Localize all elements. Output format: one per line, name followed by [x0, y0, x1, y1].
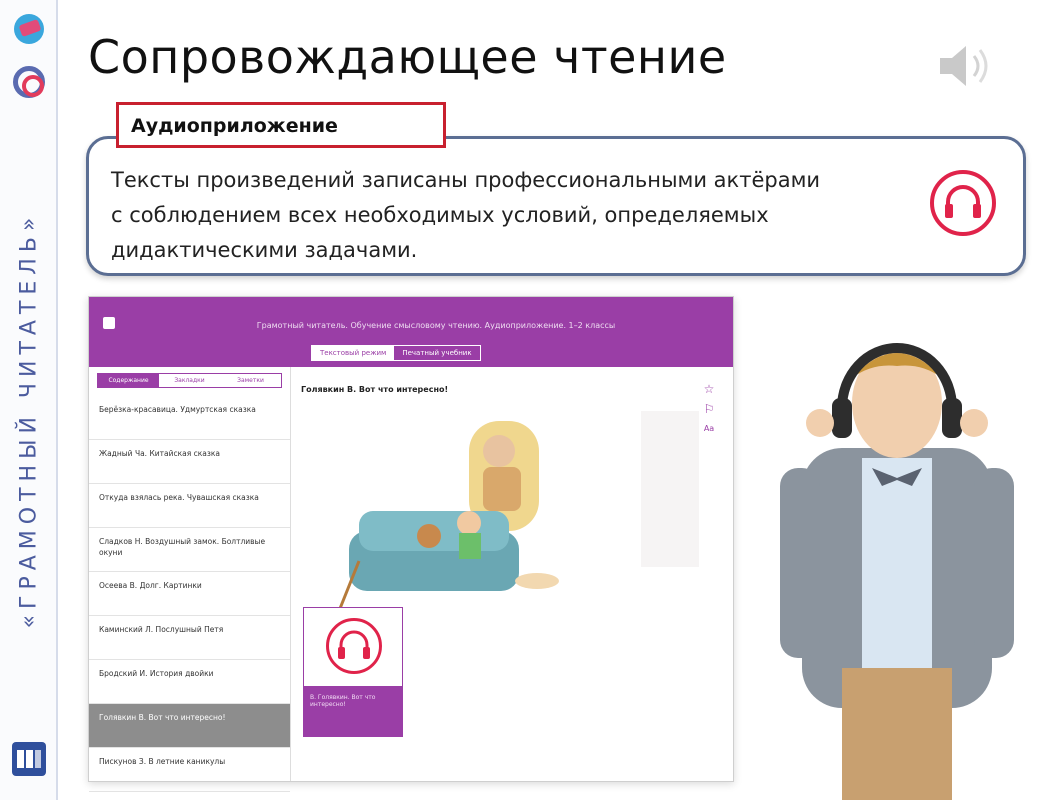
tab-contents[interactable]: Содержание: [98, 374, 159, 387]
reader-toolbar: ☆ ⚐ Aa: [699, 379, 719, 439]
sidebar-tabs: Содержание Закладки Заметки: [97, 373, 282, 388]
callout-line: с соблюдением всех необходимых условий, …: [111, 203, 769, 227]
callout-line: Тексты произведений записаны профессиона…: [111, 168, 821, 192]
mode-tabs: Текстовый режим Печатный учебник: [311, 345, 481, 361]
list-item[interactable]: Берёзка-красавица. Удмуртская сказка: [89, 396, 290, 440]
description-callout: Тексты произведений записаны профессиона…: [86, 136, 1026, 276]
tab-bookmarks[interactable]: Закладки: [159, 374, 220, 387]
reader-content: Голявкин В. Вот что интересно! ☆ ⚐ Aa В.…: [291, 367, 733, 781]
app-header-title: Грамотный читатель. Обучение смысловому …: [256, 321, 616, 330]
list-item-selected[interactable]: Голявкин В. Вот что интересно!: [89, 704, 290, 748]
audio-play-tile[interactable]: В. Голявкин. Вот что интересно!: [303, 607, 403, 737]
presentation-slide: «ГРАМОТНЫЙ ЧИТАТЕЛЬ» Сопровождающее чтен…: [0, 0, 1044, 800]
page-margin-panel: [641, 411, 699, 567]
callout-line: дидактическими задачами.: [111, 238, 418, 262]
list-item[interactable]: Каминский Л. Послушный Петя: [89, 616, 290, 660]
bookmark-icon[interactable]: ⚐: [699, 399, 719, 419]
tab-text-mode[interactable]: Текстовый режим: [312, 346, 395, 360]
list-item[interactable]: Откуда взялась река. Чувашская сказка: [89, 484, 290, 528]
story-title: Голявкин В. Вот что интересно!: [301, 385, 449, 394]
tab-print-textbook[interactable]: Печатный учебник: [394, 346, 479, 360]
boy-with-headphones-image: [780, 343, 1014, 800]
list-item[interactable]: Осеева В. Долг. Картинки: [89, 572, 290, 616]
slide-title: Сопровождающее чтение: [88, 30, 727, 84]
contents-sidebar: Содержание Закладки Заметки Берёзка-крас…: [89, 367, 291, 792]
speaker-icon[interactable]: [934, 38, 994, 94]
tab-notes[interactable]: Заметки: [220, 374, 281, 387]
section-label-text: Аудиоприложение: [131, 115, 338, 137]
story-illustration: [337, 421, 559, 612]
target-logo-icon: [13, 66, 45, 98]
callout-text: Тексты произведений записаны профессиона…: [111, 163, 931, 268]
brand-vertical-text: «ГРАМОТНЫЙ ЧИТАТЕЛЬ»: [16, 211, 42, 629]
series-logo-icon: [12, 742, 46, 776]
app-logo-icon[interactable]: [103, 317, 115, 329]
section-label: Аудиоприложение: [116, 102, 446, 148]
list-item[interactable]: Сладков Н. Воздушный замок. Болтливые ок…: [89, 528, 290, 572]
headphones-icon: [930, 170, 996, 236]
audio-tile-caption: В. Голявкин. Вот что интересно!: [304, 686, 402, 736]
font-size-icon[interactable]: Aa: [699, 419, 719, 439]
app-header: Грамотный читатель. Обучение смысловому …: [89, 309, 733, 367]
brand-sidebar: «ГРАМОТНЫЙ ЧИТАТЕЛЬ»: [0, 0, 58, 800]
star-icon[interactable]: ☆: [699, 379, 719, 399]
app-screenshot: Грамотный читатель. Обучение смысловому …: [88, 296, 734, 792]
list-item[interactable]: Пискунов З. В летние каникулы: [89, 748, 290, 792]
device-status-bar: [89, 297, 733, 309]
headphones-icon: [326, 618, 382, 674]
list-item[interactable]: Жадный Ча. Китайская сказка: [89, 440, 290, 484]
publisher-logo-icon: [14, 14, 44, 44]
list-item[interactable]: Бродский И. История двойки: [89, 660, 290, 704]
